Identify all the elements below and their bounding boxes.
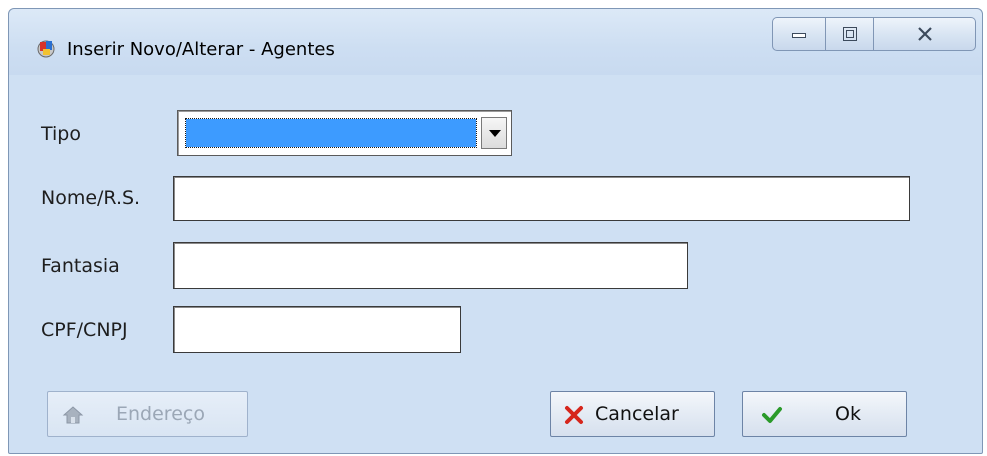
- window-controls: [772, 17, 976, 51]
- dialog-window: Inserir Novo/Alterar - Agentes Tipo Nome…: [8, 8, 983, 454]
- cpf-cnpj-label: CPF/CNPJ: [41, 319, 128, 341]
- nome-label: Nome/R.S.: [41, 187, 141, 209]
- title-bar[interactable]: Inserir Novo/Alterar - Agentes: [9, 9, 982, 75]
- ok-button-label: Ok: [835, 403, 861, 425]
- check-icon: [762, 407, 782, 423]
- fantasia-input[interactable]: [173, 242, 688, 289]
- cancelar-button-label: Cancelar: [595, 403, 679, 425]
- minimize-button[interactable]: [772, 17, 826, 51]
- x-icon: [565, 406, 583, 424]
- cpf-cnpj-input[interactable]: [173, 306, 461, 353]
- endereco-button[interactable]: Endereço: [47, 391, 248, 437]
- close-icon: [917, 27, 932, 41]
- window-title: Inserir Novo/Alterar - Agentes: [67, 39, 335, 60]
- house-icon: [62, 406, 84, 424]
- maximize-icon: [842, 27, 857, 41]
- tipo-selected-value: [185, 118, 477, 148]
- maximize-button[interactable]: [826, 17, 874, 51]
- minimize-icon: [792, 33, 806, 38]
- close-button[interactable]: [874, 17, 976, 51]
- tipo-label: Tipo: [41, 123, 81, 145]
- app-icon: [37, 40, 55, 58]
- ok-button[interactable]: Ok: [742, 391, 907, 437]
- tipo-dropdown-button[interactable]: [481, 117, 507, 149]
- nome-input[interactable]: [173, 176, 910, 221]
- tipo-select[interactable]: [177, 110, 512, 156]
- cancelar-button[interactable]: Cancelar: [550, 391, 715, 437]
- chevron-down-icon: [489, 130, 501, 137]
- endereco-button-label: Endereço: [116, 403, 205, 425]
- fantasia-label: Fantasia: [41, 255, 120, 277]
